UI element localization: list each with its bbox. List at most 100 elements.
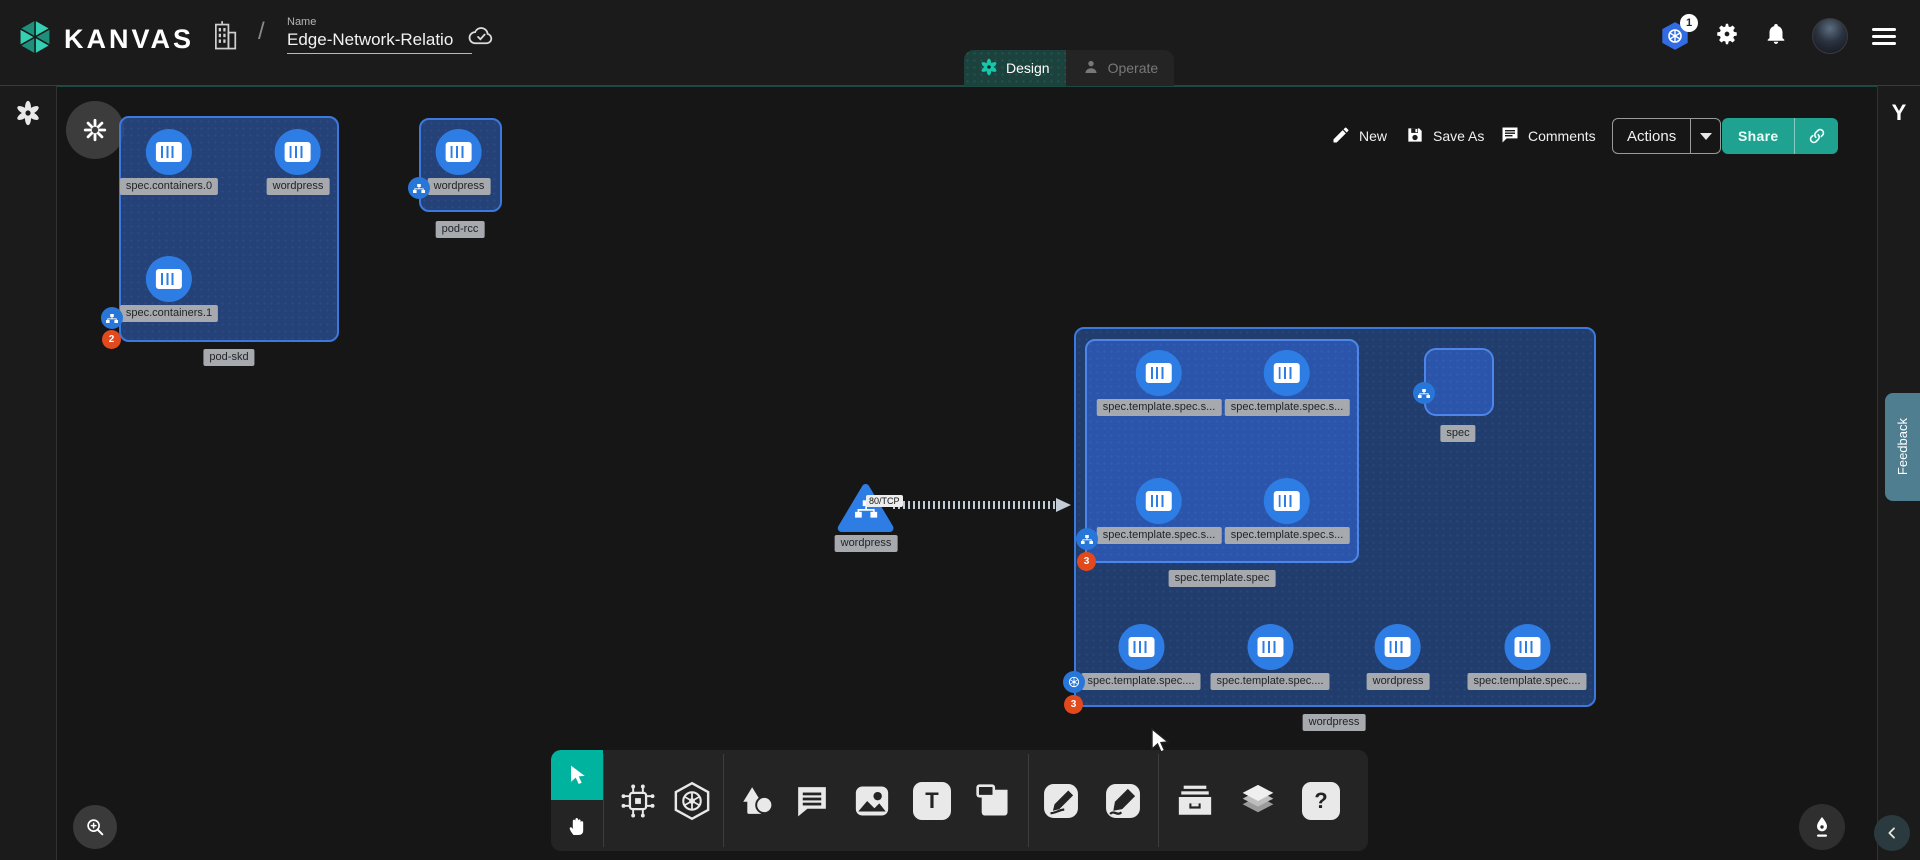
container-node[interactable]: spec.template.spec.... [1211, 624, 1330, 690]
freehand-tool-button[interactable] [1102, 780, 1144, 822]
magnifier-plus-icon [84, 816, 106, 838]
relationship-badge[interactable] [1413, 382, 1435, 404]
count-badge[interactable]: 3 [1077, 552, 1096, 571]
comments-button[interactable]: Comments [1500, 118, 1596, 154]
node-label: wordpress [428, 178, 491, 195]
note-tool-button[interactable] [972, 780, 1014, 822]
mouse-cursor-icon [1148, 727, 1172, 760]
container-node[interactable]: spec.template.spec.... [1082, 624, 1201, 690]
kanvas-logo-icon [16, 18, 54, 61]
relationship-badge[interactable] [1076, 528, 1098, 550]
service-edge[interactable] [893, 501, 1056, 509]
tab-operate-label: Operate [1108, 60, 1159, 76]
operate-person-icon [1082, 58, 1100, 79]
new-label: New [1359, 128, 1387, 144]
share-button[interactable]: Share [1722, 118, 1838, 154]
pencil-scribble-icon [1102, 780, 1144, 822]
help-tool-button[interactable]: ? [1302, 782, 1340, 820]
shapes-tool-button[interactable] [736, 780, 778, 822]
left-rail [0, 86, 57, 860]
group-label: spec.template.spec [1169, 570, 1276, 587]
container-node[interactable]: spec.template.spec.s... [1097, 478, 1222, 544]
container-node[interactable]: wordpress [428, 129, 491, 195]
cluster-node[interactable] [66, 101, 124, 159]
spec-node[interactable] [1424, 348, 1494, 416]
hierarchy-y-icon[interactable]: Y [1878, 100, 1920, 126]
settings-gear-icon[interactable] [1714, 21, 1740, 52]
tab-operate[interactable]: Operate [1066, 50, 1175, 86]
share-label[interactable]: Share [1722, 128, 1794, 144]
edge-port-label: 80/TCP [866, 495, 903, 507]
toolbar-divider [723, 754, 724, 847]
comment-icon [792, 781, 832, 821]
new-button[interactable]: New [1331, 118, 1387, 154]
feedback-label: Feedback [1895, 418, 1910, 475]
actions-caret-button[interactable] [1690, 118, 1720, 154]
container-node[interactable]: spec.containers.1 [120, 256, 218, 322]
app-logo[interactable]: KANVAS [16, 18, 194, 61]
kubernetes-wheel-icon [1067, 675, 1081, 689]
relationship-badge[interactable] [408, 177, 430, 199]
group-label: pod-rcc [436, 221, 485, 238]
container-icon [1375, 624, 1421, 670]
container-node[interactable]: spec.template.spec.s... [1097, 350, 1222, 416]
canvas-toolbar: T [551, 750, 1368, 851]
kubernetes-context-button[interactable]: 1 [1660, 21, 1690, 51]
ink-pen-button[interactable] [1799, 804, 1845, 850]
container-node[interactable]: spec.template.spec.s... [1225, 478, 1350, 544]
toolbar-divider [1158, 754, 1159, 847]
component-tool-button[interactable] [617, 780, 659, 822]
node-label: spec.containers.0 [120, 178, 218, 195]
notifications-bell-icon[interactable] [1764, 21, 1788, 52]
node-label: spec.template.spec.s... [1225, 527, 1350, 544]
container-node[interactable]: wordpress [1367, 624, 1430, 690]
count-badge[interactable]: 3 [1064, 695, 1083, 714]
tab-design[interactable]: Design [964, 50, 1066, 86]
chevron-left-icon [1884, 825, 1900, 841]
container-node[interactable]: spec.template.spec.s... [1225, 350, 1350, 416]
layers-tool-button[interactable] [1237, 780, 1279, 822]
container-icon [1247, 624, 1293, 670]
text-tool-button[interactable]: T [913, 782, 951, 820]
image-tool-button[interactable] [851, 780, 893, 822]
design-name-field[interactable]: Name Edge-Network-Relatio [287, 16, 472, 54]
select-tool-button[interactable] [551, 750, 603, 800]
container-icon [1504, 624, 1550, 670]
header-bar: KANVAS / Name Edge-Network-Relatio [0, 0, 1920, 85]
count-badge[interactable]: 2 [102, 330, 121, 349]
kubernetes-badge[interactable] [1063, 671, 1085, 693]
container-node[interactable]: wordpress [267, 129, 330, 195]
drawer-icon [1174, 780, 1216, 822]
feedback-tab[interactable]: Feedback [1885, 393, 1920, 501]
drawer-tool-button[interactable] [1174, 780, 1216, 822]
name-field-value[interactable]: Edge-Network-Relatio [287, 30, 472, 54]
expand-right-panel-button[interactable] [1874, 815, 1910, 851]
kubernetes-tool-button[interactable] [671, 780, 713, 822]
user-avatar[interactable] [1812, 18, 1848, 54]
organization-icon[interactable] [210, 20, 240, 57]
service-node[interactable]: wordpress [835, 483, 898, 552]
actions-dropdown[interactable]: Actions [1612, 118, 1721, 154]
node-label: wordpress [267, 178, 330, 195]
node-label: wordpress [835, 535, 898, 552]
zoom-button[interactable] [73, 805, 117, 849]
comment-tool-button[interactable] [792, 781, 832, 821]
pen-tool-button[interactable] [1040, 780, 1082, 822]
meshery-spiral-icon[interactable] [14, 99, 42, 132]
save-as-label: Save As [1433, 128, 1484, 144]
node-label: spec.template.spec.... [1468, 673, 1587, 690]
actions-label[interactable]: Actions [1613, 128, 1690, 145]
save-as-button[interactable]: Save As [1405, 118, 1484, 154]
text-tool-glyph: T [913, 782, 951, 820]
relationship-badge[interactable] [101, 307, 123, 329]
container-node[interactable]: spec.containers.0 [120, 129, 218, 195]
pan-tool-button[interactable] [551, 800, 603, 851]
hamburger-menu-icon[interactable] [1872, 28, 1896, 45]
breadcrumb-separator: / [258, 18, 265, 46]
copy-link-button[interactable] [1794, 118, 1838, 154]
hand-icon [565, 814, 589, 838]
asterisk-icon [82, 117, 108, 143]
kubernetes-count-badge: 1 [1680, 14, 1698, 32]
container-node[interactable]: spec.template.spec.... [1468, 624, 1587, 690]
layers-icon [1237, 780, 1279, 822]
